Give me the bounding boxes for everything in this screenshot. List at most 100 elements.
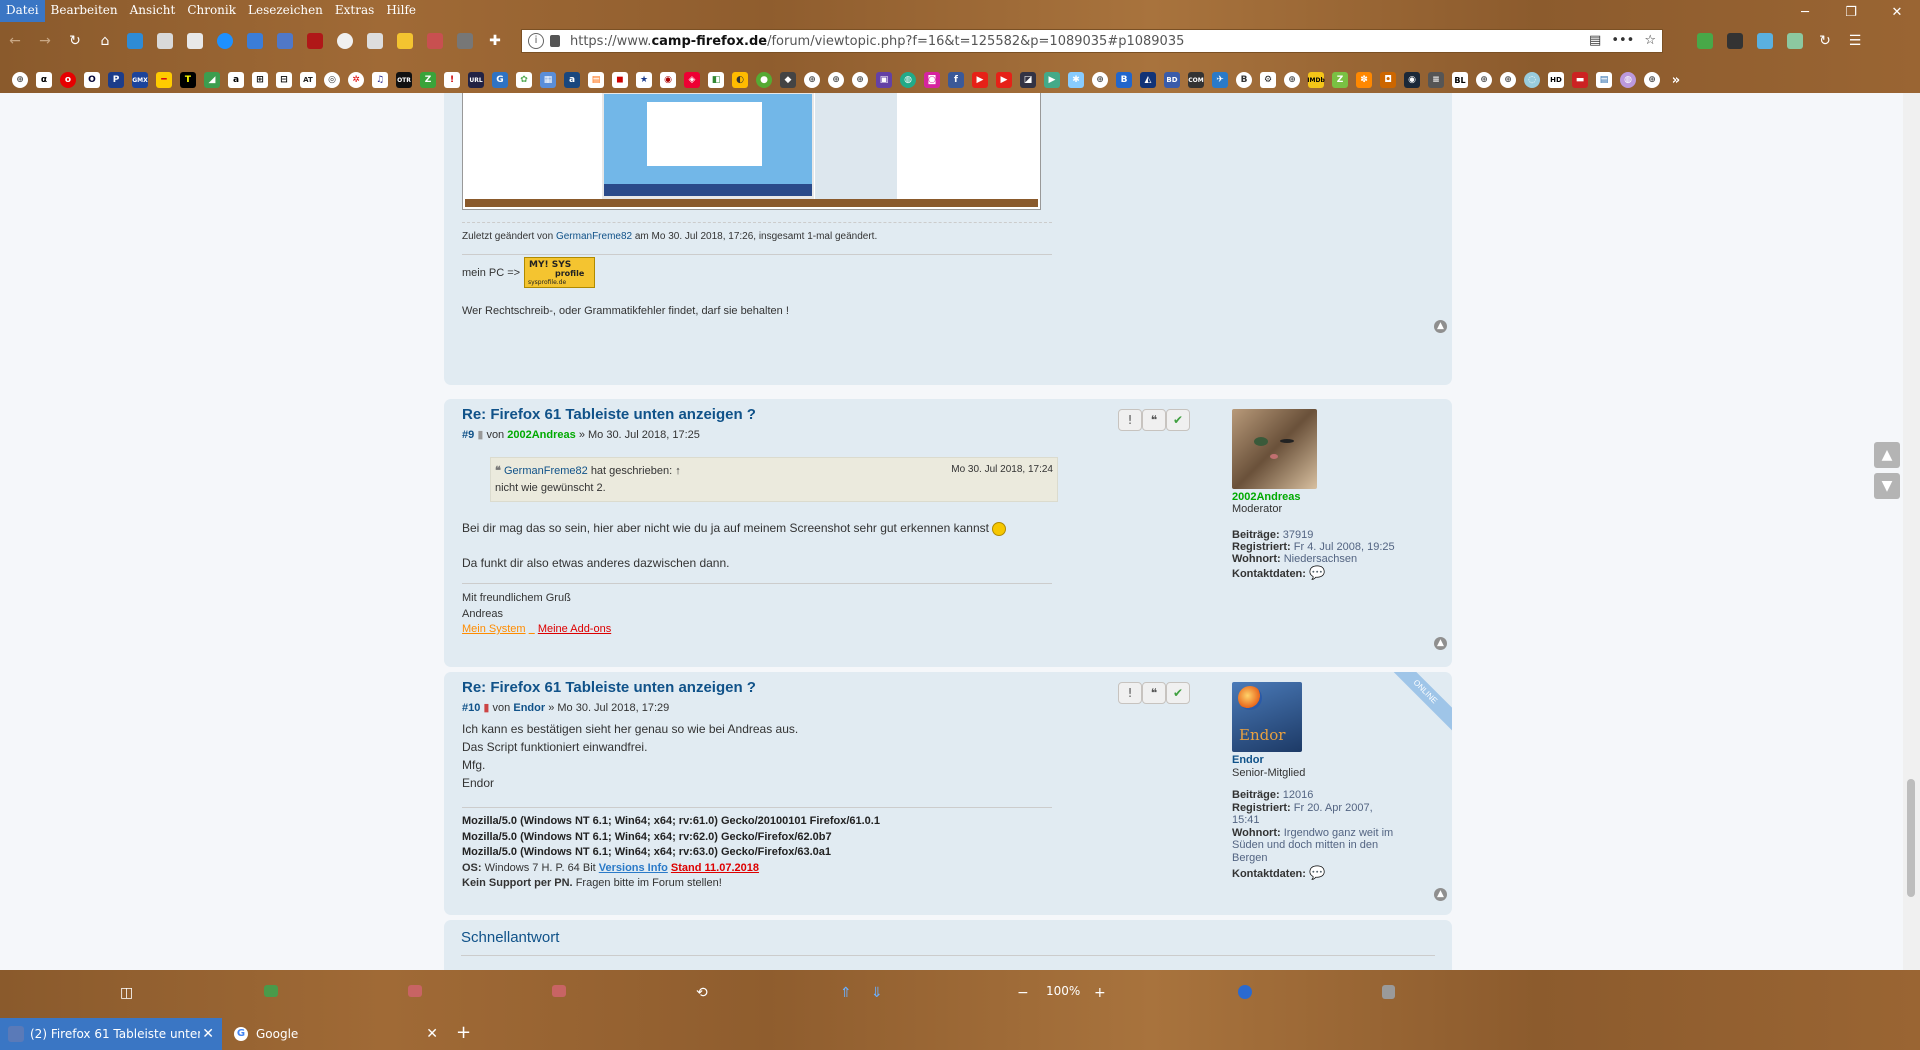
bookmark-30-icon[interactable]: B	[1236, 72, 1252, 88]
quote-user-link[interactable]: GermanFreme82	[504, 465, 588, 477]
bookmark-instagram-icon[interactable]: ◙	[924, 72, 940, 88]
bookmark-25-icon[interactable]: ◪	[1020, 72, 1036, 88]
addon-icon-5[interactable]	[240, 28, 270, 54]
menu-lesezeichen[interactable]: Lesezeichen	[242, 0, 329, 22]
addon-icon-1[interactable]	[120, 28, 150, 54]
report-button[interactable]: !	[1118, 682, 1142, 704]
post-9-author-link[interactable]: 2002Andreas	[507, 429, 576, 441]
contact-bubble-icon[interactable]: 💬	[1309, 565, 1325, 580]
home-button[interactable]: ⌂	[90, 28, 120, 54]
bookmark-27-icon[interactable]: ✱	[1068, 72, 1084, 88]
profile-name-link[interactable]: Endor	[1232, 754, 1402, 767]
report-button[interactable]: !	[1118, 409, 1142, 431]
bookmark-youtube2-icon[interactable]: ▶	[996, 72, 1012, 88]
bookmark-facebook-icon[interactable]: f	[948, 72, 964, 88]
screenshot-icon[interactable]	[1720, 28, 1750, 54]
my-addons-link[interactable]: Meine Add-ons	[538, 623, 611, 635]
download-icon[interactable]	[1690, 28, 1720, 54]
profile-name-link[interactable]: 2002Andreas	[1232, 491, 1432, 503]
bookmark-p-icon[interactable]: P	[108, 72, 124, 88]
sysprofile-badge[interactable]: MY! SYS profile sysprofile.de	[524, 257, 595, 288]
addon-icon-4[interactable]	[210, 28, 240, 54]
bookmark-tinyurl-icon[interactable]: URL	[468, 72, 484, 88]
bookmark-33-icon[interactable]: ◘	[1380, 72, 1396, 88]
menu-chronik[interactable]: Chronik	[181, 0, 242, 22]
page-scrollbar[interactable]	[1903, 93, 1920, 970]
addon-badge-icon[interactable]	[1238, 985, 1252, 1003]
sidebar-toggle-icon[interactable]: ◫	[120, 985, 133, 1001]
bookmark-13-icon[interactable]: ▦	[540, 72, 556, 88]
post-10-title[interactable]: Re: Firefox 61 Tableiste unten anzeigen …	[462, 679, 756, 696]
bookmark-10-icon[interactable]: !	[444, 72, 460, 88]
bookmark-globe8-icon[interactable]: ⊕	[1500, 72, 1516, 88]
addon-icon-11[interactable]	[450, 28, 480, 54]
sync-icon[interactable]	[1780, 28, 1810, 54]
bookmark-z-icon[interactable]: Z	[420, 72, 436, 88]
bookmark-z2-icon[interactable]: Z	[1332, 72, 1348, 88]
bookmark-bl-icon[interactable]: BL	[1452, 72, 1468, 88]
bookmark-15-icon[interactable]: ▤	[588, 72, 604, 88]
stand-link[interactable]: Stand 11.07.2018	[671, 862, 759, 874]
bookmark-36-icon[interactable]: ▬	[1572, 72, 1588, 88]
bookmark-vodafone-icon[interactable]: o	[60, 72, 76, 88]
bookmark-7-icon[interactable]: ◎	[324, 72, 340, 88]
bookmark-gmx-icon[interactable]: GMX	[132, 72, 148, 88]
avatar[interactable]: Endor	[1232, 682, 1302, 752]
library-icon[interactable]	[1750, 28, 1780, 54]
bookmark-globe6-icon[interactable]: ⊕	[1284, 72, 1300, 88]
bookmark-globe-icon[interactable]: ⊕	[12, 72, 28, 88]
maximize-icon[interactable]: ❐	[1828, 0, 1874, 28]
bookmark-globe3-icon[interactable]: ⊕	[828, 72, 844, 88]
post-10-number[interactable]: #10	[462, 702, 480, 714]
bookmark-amazon-icon[interactable]: a	[228, 72, 244, 88]
bookmark-22-icon[interactable]: ●	[756, 72, 772, 88]
menu-hilfe[interactable]: Hilfe	[380, 0, 422, 22]
versions-info-link[interactable]: Versions Info	[599, 862, 668, 874]
scroll-up-double-icon[interactable]: ⇑	[840, 985, 852, 1001]
bookmark-globe4-icon[interactable]: ⊕	[852, 72, 868, 88]
tab-forum[interactable]: (2) Firefox 61 Tableiste unten ✕	[0, 1018, 222, 1050]
page-actions-icon[interactable]: •••	[1611, 33, 1634, 48]
post-9-title[interactable]: Re: Firefox 61 Tableiste unten anzeigen …	[462, 406, 756, 423]
bookmark-35-icon[interactable]: ◌	[1524, 72, 1540, 88]
bookmark-2-icon[interactable]: T	[180, 72, 196, 88]
refresh-icon[interactable]: ↻	[1810, 28, 1840, 54]
addon-icon-9[interactable]	[390, 28, 420, 54]
addon-icon-3[interactable]	[180, 28, 210, 54]
post-9-number[interactable]: #9	[462, 429, 474, 441]
new-tab-button[interactable]: +	[456, 1022, 471, 1043]
embedded-screenshot-image[interactable]	[462, 93, 1041, 210]
back-button[interactable]: ←	[0, 28, 30, 54]
bookmark-dhl-icon[interactable]: ━	[156, 72, 172, 88]
quote-button[interactable]: ❝	[1142, 409, 1166, 431]
bookmark-29-icon[interactable]: ✈	[1212, 72, 1228, 88]
bookmark-globe9-icon[interactable]: ⊕	[1644, 72, 1660, 88]
addon-red2-icon[interactable]	[552, 985, 566, 1001]
puzzle-icon[interactable]: ✚	[480, 28, 510, 54]
reader-view-icon[interactable]: ▤	[1589, 33, 1601, 48]
posts-count-link[interactable]: 12016	[1283, 789, 1314, 801]
close-window-icon[interactable]: ✕	[1874, 0, 1920, 28]
bookmark-o2-icon[interactable]: O	[84, 72, 100, 88]
approve-button[interactable]: ✔	[1166, 409, 1190, 431]
bookmark-4-icon[interactable]: ⊞	[252, 72, 268, 88]
quick-reply-heading[interactable]: Schnellantwort	[461, 929, 559, 946]
back-to-top-icon[interactable]: ▲	[1434, 637, 1447, 650]
menu-ansicht[interactable]: Ansicht	[124, 0, 182, 22]
bookmark-6-icon[interactable]: AT	[300, 72, 316, 88]
close-tab-icon[interactable]: ✕	[426, 1026, 438, 1042]
minimize-icon[interactable]: ─	[1782, 0, 1828, 28]
bookmark-31-icon[interactable]: ⚙	[1260, 72, 1276, 88]
history-icon[interactable]: ⟲	[696, 985, 708, 1001]
bookmark-37-icon[interactable]: ▤	[1596, 72, 1612, 88]
bookmark-b-icon[interactable]: B	[1116, 72, 1132, 88]
close-tab-icon[interactable]: ✕	[202, 1026, 214, 1042]
addon-icon-7[interactable]	[330, 28, 360, 54]
bookmark-otr-icon[interactable]: OTR	[396, 72, 412, 88]
bookmark-alpha-icon[interactable]: α	[36, 72, 52, 88]
bookmark-bd-icon[interactable]: BD	[1164, 72, 1180, 88]
bookmark-star-icon[interactable]: ☆	[1644, 33, 1656, 48]
bookmark-26-icon[interactable]: ▶	[1044, 72, 1060, 88]
lock-icon[interactable]	[550, 35, 560, 47]
ublock-icon[interactable]	[300, 28, 330, 54]
